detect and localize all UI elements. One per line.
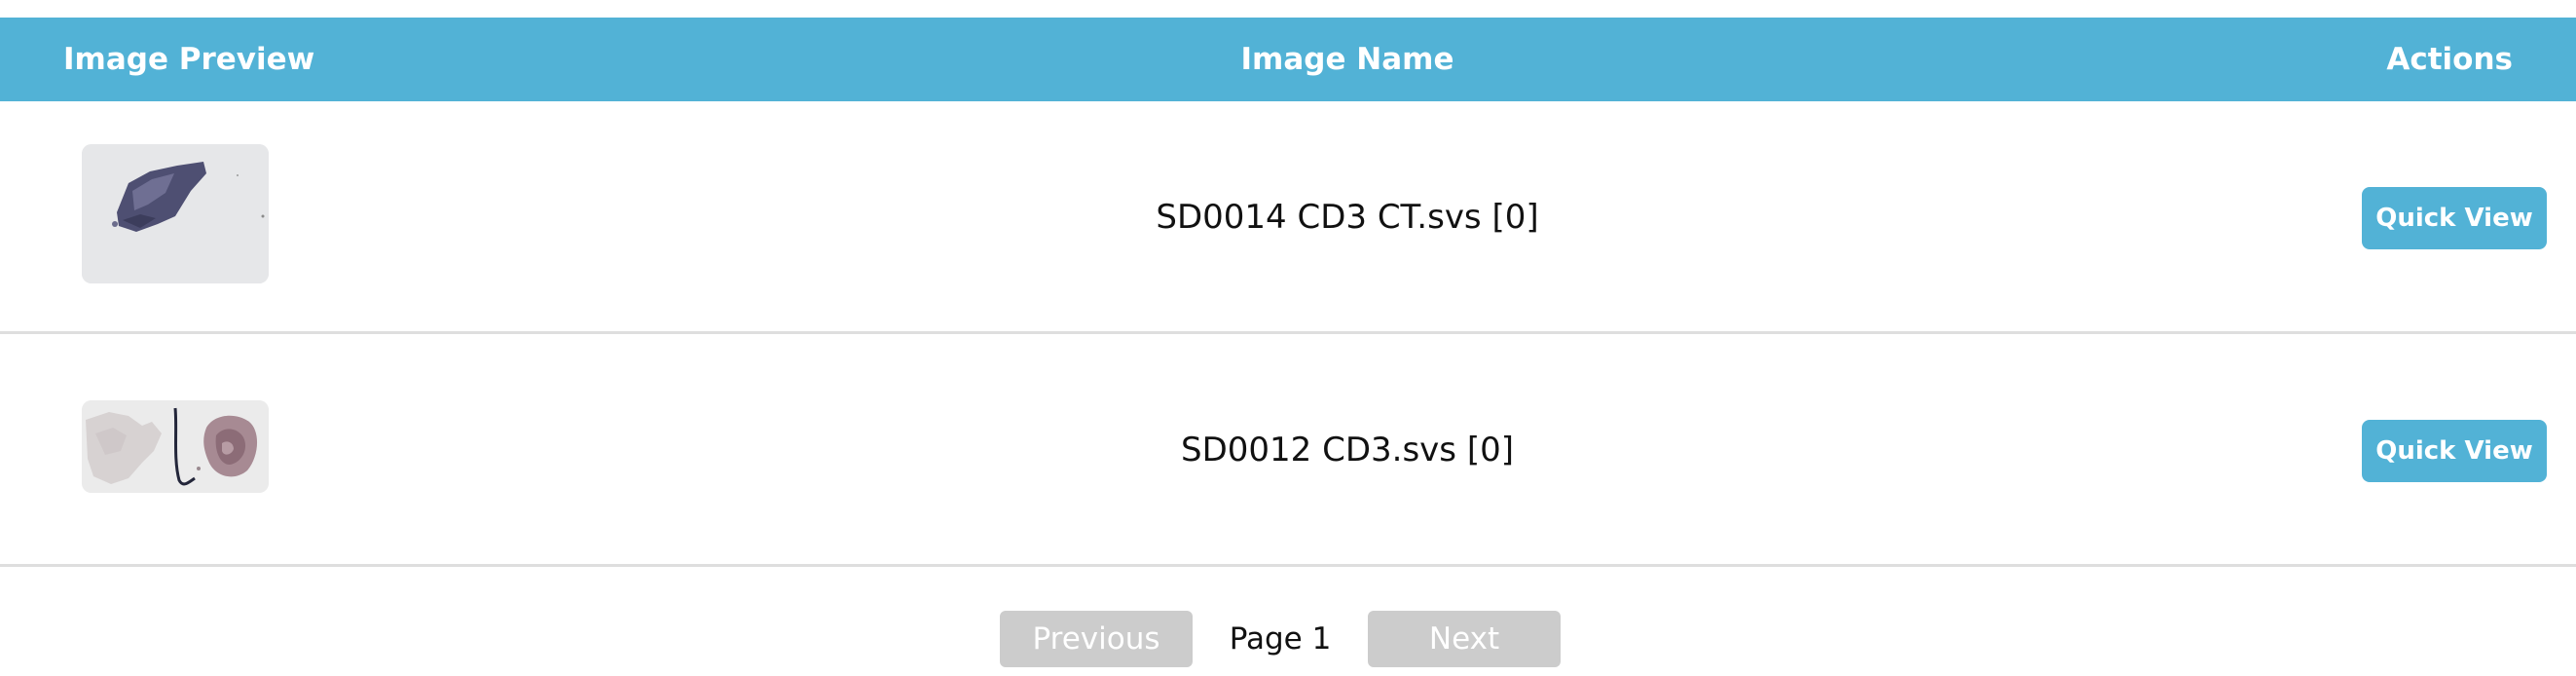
next-page-button[interactable]: Next bbox=[1368, 611, 1561, 667]
column-header-image-name: Image Name bbox=[1240, 42, 1454, 77]
column-header-actions: Actions bbox=[2386, 42, 2513, 77]
quick-view-button[interactable]: Quick View bbox=[2362, 420, 2547, 482]
table-header: Image Preview Image Name Actions bbox=[0, 18, 2576, 101]
table-row: SD0014 CD3 CT.svs [0] Quick View bbox=[0, 101, 2576, 334]
page-indicator: Page 1 bbox=[1229, 621, 1332, 657]
quick-view-button[interactable]: Quick View bbox=[2362, 187, 2547, 249]
previous-page-button[interactable]: Previous bbox=[1000, 611, 1193, 667]
table-row: SD0012 CD3.svs [0] Quick View bbox=[0, 334, 2576, 567]
pagination: Previous Page 1 Next bbox=[0, 594, 2576, 668]
image-table: Image Preview Image Name Actions SD0014 … bbox=[0, 18, 2576, 567]
image-name: SD0014 CD3 CT.svs [0] bbox=[1156, 198, 1539, 237]
image-name: SD0012 CD3.svs [0] bbox=[1181, 431, 1514, 469]
